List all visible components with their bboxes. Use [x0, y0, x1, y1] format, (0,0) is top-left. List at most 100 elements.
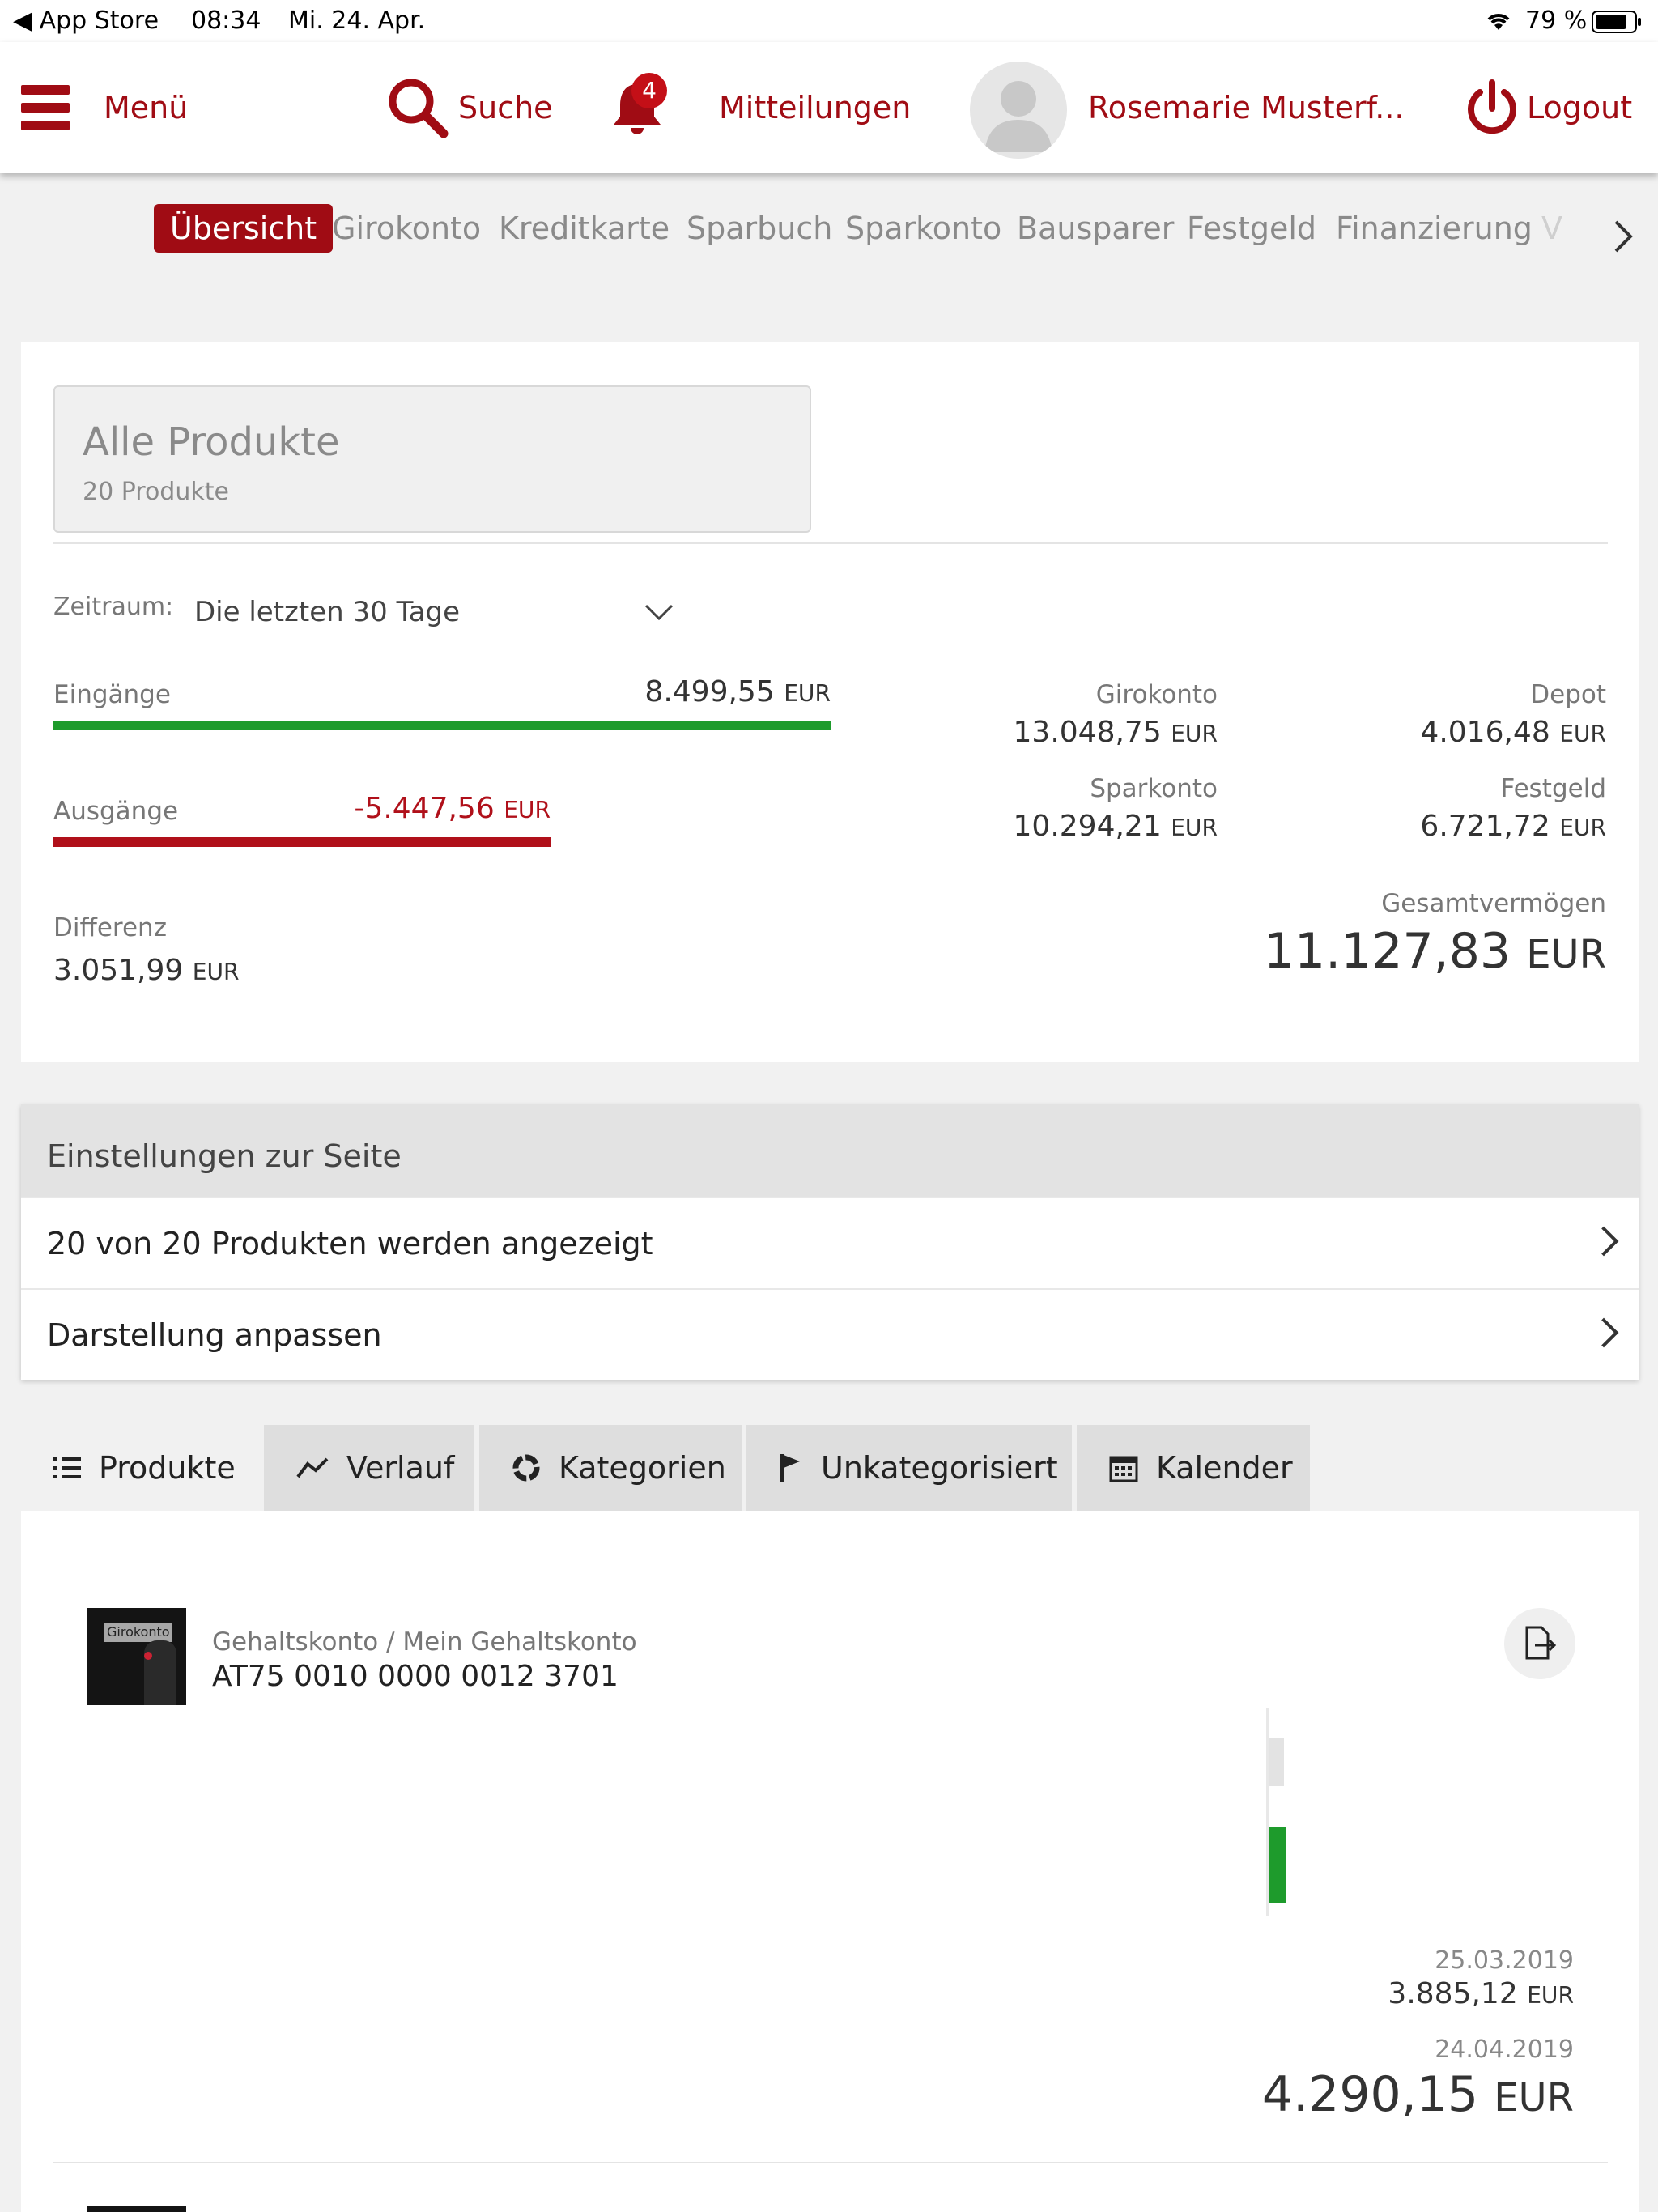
- previous-balance-currency: EUR: [1527, 1982, 1574, 2009]
- status-date: Mi. 24. Apr.: [288, 6, 426, 35]
- income-amount: 8.499,55 EUR: [53, 675, 831, 708]
- account-currency: EUR: [1171, 815, 1218, 841]
- logout-button[interactable]: Logout: [1464, 42, 1632, 173]
- menu-button[interactable]: Menü: [21, 42, 188, 173]
- expense-bar: [53, 837, 551, 847]
- chevron-right-icon: [1588, 1317, 1619, 1348]
- product-iban: AT75 0010 0000 0012 3701: [212, 1660, 619, 1693]
- account-currency: EUR: [1559, 815, 1606, 841]
- export-button[interactable]: [1504, 1608, 1575, 1679]
- back-to-app-store[interactable]: ◀ App Store: [13, 6, 159, 35]
- tabs-scroll-right-icon[interactable]: [1611, 219, 1635, 257]
- previous-balance: 3.885,12 EUR: [1250, 1977, 1574, 2010]
- selector-subtitle: 20 Produkte: [83, 478, 229, 506]
- tab-bausparer[interactable]: Bausparer: [1017, 204, 1174, 253]
- search-label: Suche: [458, 90, 553, 125]
- total-value: 11.127,83: [1263, 923, 1511, 980]
- difference-label: Differenz: [53, 913, 167, 942]
- notifications-label: Mitteilungen: [719, 90, 912, 125]
- account-value: 6.721,72: [1420, 810, 1550, 843]
- user-silhouette-icon: [984, 81, 1052, 152]
- settings-products-label: 20 von 20 Produkten werden angezeigt: [47, 1226, 653, 1261]
- tab-unkategorisiert[interactable]: Unkategorisiert: [746, 1425, 1072, 1511]
- page-settings: Einstellungen zur Seite 20 von 20 Produk…: [21, 1104, 1639, 1380]
- battery-icon: [1592, 10, 1643, 40]
- thumbnail-label: Girokonto: [107, 1624, 170, 1640]
- settings-products-row[interactable]: 20 von 20 Produkten werden angezeigt: [21, 1197, 1639, 1288]
- account-depot[interactable]: Depot 4.016,48 EUR: [1279, 680, 1606, 749]
- account-name: Girokonto: [1095, 680, 1218, 709]
- account-sparkonto[interactable]: Sparkonto 10.294,21 EUR: [891, 774, 1218, 843]
- current-balance-value: 4.290,15: [1261, 2066, 1479, 2123]
- account-value: 10.294,21: [1013, 810, 1162, 843]
- list-icon: [53, 1457, 81, 1478]
- user-profile-button[interactable]: Rosemarie Musterf...: [1088, 42, 1404, 173]
- notification-badge: 4: [631, 73, 667, 108]
- account-name: Depot: [1530, 680, 1606, 709]
- tab-sparbuch[interactable]: Sparbuch: [687, 204, 832, 253]
- account-value: 13.048,75: [1013, 716, 1162, 749]
- settings-display-row[interactable]: Darstellung anpassen: [21, 1288, 1639, 1380]
- tab-sparkonto[interactable]: Sparkonto: [845, 204, 1001, 253]
- top-navigation: Menü Suche Mitteilungen Rosemarie Muster…: [0, 42, 1658, 173]
- period-select[interactable]: Die letzten 30 Tage: [194, 596, 680, 632]
- settings-display-label: Darstellung anpassen: [47, 1317, 382, 1353]
- tab-kreditkarte[interactable]: Kreditkarte: [499, 204, 670, 253]
- income-value: 8.499,55: [644, 675, 775, 708]
- tab-verlauf[interactable]: Verlauf: [264, 1425, 474, 1511]
- difference-value: 3.051,99: [53, 954, 184, 987]
- tab-girokonto[interactable]: Girokonto: [332, 204, 481, 253]
- tab-festgeld[interactable]: Festgeld: [1187, 204, 1316, 253]
- menu-icon: [21, 83, 70, 132]
- current-balance: 4.290,15 EUR: [1169, 2066, 1574, 2123]
- status-time: 08:34: [191, 6, 261, 35]
- tab-kalender-label: Kalender: [1156, 1450, 1293, 1486]
- tab-kategorien[interactable]: Kategorien: [479, 1425, 742, 1511]
- tab-kalender[interactable]: Kalender: [1077, 1425, 1310, 1511]
- account-girokonto[interactable]: Girokonto 13.048,75 EUR: [891, 680, 1218, 749]
- export-icon: [1525, 1626, 1557, 1660]
- total-label: Gesamtvermögen: [1381, 889, 1606, 918]
- expense-amount: -5.447,56 EUR: [53, 792, 551, 825]
- logout-label: Logout: [1527, 90, 1633, 125]
- tab-uebersicht[interactable]: Übersicht: [154, 204, 334, 253]
- current-balance-currency: EUR: [1494, 2075, 1574, 2121]
- chart-bar-current: [1269, 1827, 1286, 1903]
- next-product-thumbnail: [87, 2206, 186, 2212]
- account-value: 4.016,48: [1420, 716, 1550, 749]
- status-bar: ◀ App Store 08:34 Mi. 24. Apr. 79 %: [0, 0, 1658, 42]
- power-icon: [1468, 79, 1516, 134]
- current-date: 24.04.2019: [1435, 2035, 1574, 2064]
- total-currency: EUR: [1526, 932, 1606, 977]
- expense-value: -5.447,56: [354, 792, 495, 825]
- avatar[interactable]: [970, 62, 1067, 159]
- search-icon: [389, 79, 449, 138]
- tab-kategorien-label: Kategorien: [559, 1450, 726, 1486]
- product-thumbnail: Girokonto: [87, 1608, 186, 1705]
- donut-chart-icon: [512, 1454, 540, 1482]
- product-selector[interactable]: Alle Produkte 20 Produkte: [53, 385, 811, 533]
- tab-verlauf-label: Verlauf: [346, 1450, 455, 1486]
- account-festgeld[interactable]: Festgeld 6.721,72 EUR: [1279, 774, 1606, 843]
- calendar-icon: [1109, 1456, 1138, 1482]
- line-chart-icon: [296, 1457, 329, 1478]
- tab-produkte[interactable]: Produkte: [21, 1425, 261, 1511]
- period-label: Zeitraum:: [53, 593, 174, 621]
- account-currency: EUR: [1171, 721, 1218, 747]
- divider: [53, 2162, 1608, 2163]
- account-currency: EUR: [1559, 721, 1606, 747]
- tab-finanzierung[interactable]: Finanzierung: [1336, 204, 1533, 253]
- product-tabs: Übersicht Girokonto Kreditkarte Sparbuch…: [0, 173, 1658, 291]
- wifi-icon: [1485, 10, 1512, 38]
- product-name[interactable]: Gehaltskonto / Mein Gehaltskonto: [212, 1627, 637, 1657]
- search-button[interactable]: Suche: [387, 42, 553, 173]
- battery-percent: 79 %: [1525, 6, 1588, 35]
- tab-more[interactable]: V: [1541, 204, 1562, 253]
- selector-title: Alle Produkte: [83, 419, 340, 465]
- income-currency: EUR: [784, 680, 831, 707]
- period-value: Die letzten 30 Tage: [194, 596, 461, 628]
- difference-currency: EUR: [192, 959, 240, 985]
- tab-produkte-label: Produkte: [99, 1450, 236, 1486]
- income-bar: [53, 721, 831, 730]
- settings-title: Einstellungen zur Seite: [21, 1104, 1639, 1197]
